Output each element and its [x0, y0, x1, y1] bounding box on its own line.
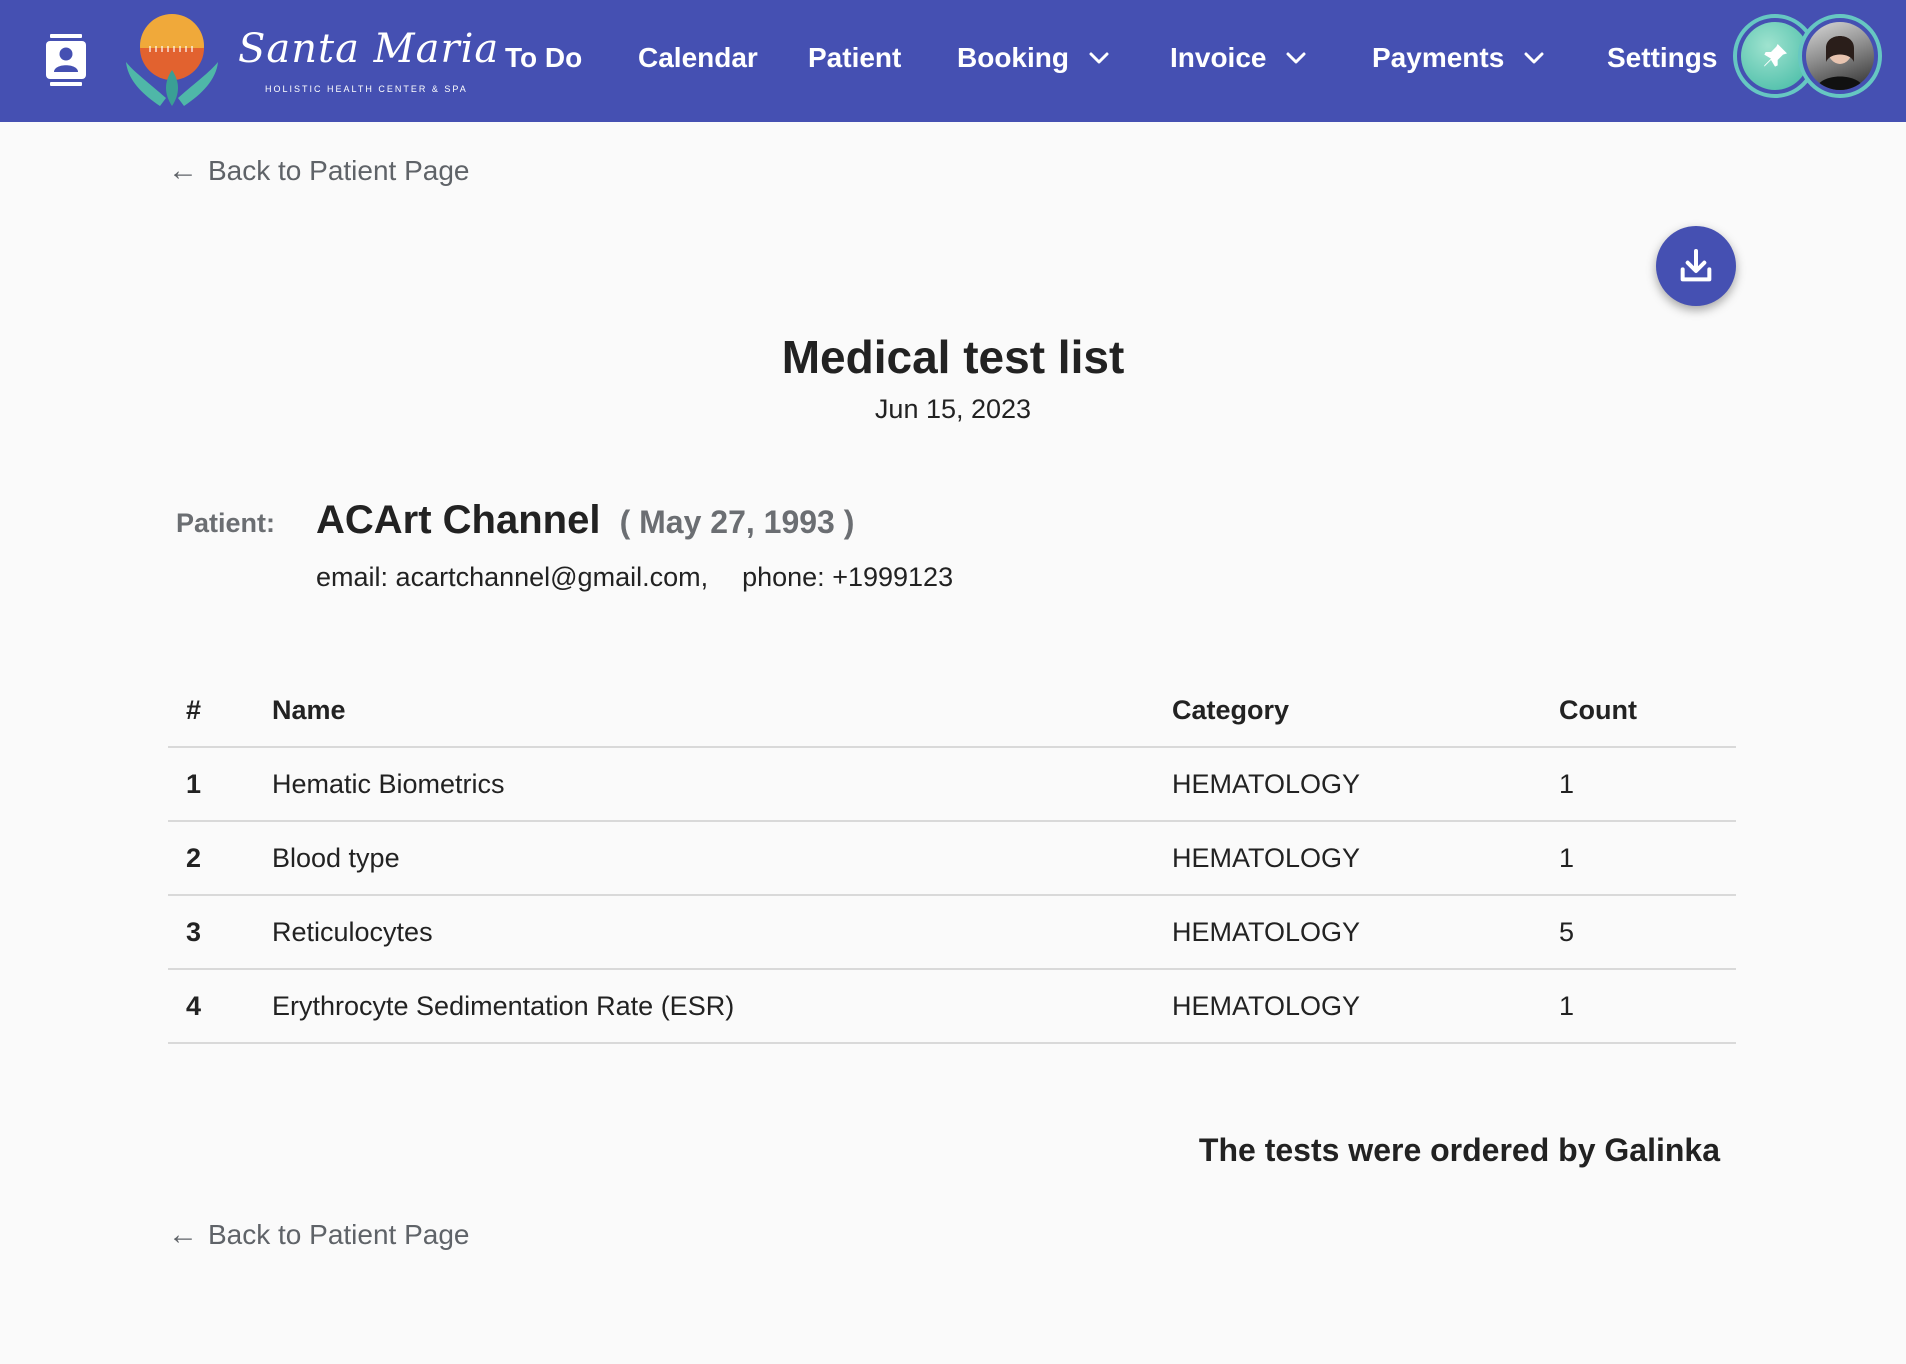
- lotus-hands-logo-icon: [126, 14, 218, 106]
- download-icon: [1680, 249, 1712, 282]
- arrow-left-icon: ←: [168, 154, 198, 187]
- nav-item-label: Payments: [1372, 42, 1505, 73]
- ordered-by-note: The tests were ordered by Galinka: [1198, 1132, 1720, 1168]
- row-number: 2: [168, 821, 254, 896]
- table-row: 3 Reticulocytes HEMATOLOGY 5: [168, 895, 1736, 970]
- document-date: Jun 15, 2023: [874, 394, 1032, 424]
- table-row: 2 Blood type HEMATOLOGY 1: [168, 821, 1736, 896]
- page-title: Medical test list: [781, 331, 1125, 383]
- patient-phone: +1999123: [832, 562, 954, 592]
- test-count: 5: [1541, 895, 1736, 970]
- email-label: email:: [316, 562, 389, 592]
- back-to-patient-link-bottom[interactable]: ← Back to Patient Page: [168, 1218, 470, 1252]
- nav-item-payments[interactable]: Payments: [1372, 36, 1546, 80]
- table-row: 4 Erythrocyte Sedimentation Rate (ESR) H…: [168, 969, 1736, 1044]
- chevron-down-icon: [1286, 52, 1306, 64]
- patient-contacts: email: acartchannel@gmail.com, phone: +19…: [316, 562, 953, 593]
- brand-logo[interactable]: Santa Maria HOLISTIC HEALTH CENTER & SPA: [120, 10, 498, 110]
- download-button[interactable]: [1656, 226, 1736, 306]
- chevron-down-icon: [1089, 52, 1109, 64]
- table-header-row: # Name Category Count: [168, 674, 1736, 748]
- test-category: HEMATOLOGY: [1154, 895, 1541, 970]
- patient-birth-date: ( May 27, 1993 ): [619, 504, 855, 540]
- chevron-down-icon: [1524, 52, 1544, 64]
- nav-item-label: Calendar: [638, 42, 758, 73]
- nav-item-booking[interactable]: Booking: [957, 36, 1111, 80]
- top-navigation-bar: Santa Maria HOLISTIC HEALTH CENTER & SPA…: [0, 0, 1906, 122]
- table-row: 1 Hematic Biometrics HEMATOLOGY 1: [168, 747, 1736, 822]
- test-count: 1: [1541, 821, 1736, 896]
- nav-item-label: To Do: [505, 42, 583, 73]
- test-name: Hematic Biometrics: [254, 747, 1154, 822]
- contacts-button[interactable]: [38, 32, 94, 88]
- nav-item-invoice[interactable]: Invoice: [1170, 36, 1308, 80]
- column-header-count: Count: [1541, 674, 1736, 748]
- test-count: 1: [1541, 969, 1736, 1044]
- pin-icon: [1764, 44, 1787, 67]
- phone-label: phone:: [742, 562, 825, 592]
- column-header-number: #: [168, 674, 254, 748]
- row-number: 4: [168, 969, 254, 1044]
- row-number: 1: [168, 747, 254, 822]
- test-name: Blood type: [254, 821, 1154, 896]
- nav-item-label: Patient: [808, 42, 902, 73]
- test-count: 1: [1541, 747, 1736, 822]
- nav-item-label: Invoice: [1170, 42, 1267, 73]
- patient-email: acartchannel@gmail.com,: [395, 562, 709, 592]
- arrow-left-icon: ←: [168, 1218, 198, 1251]
- test-category: HEMATOLOGY: [1154, 969, 1541, 1044]
- patient-name-line: ACArt Channel ( May 27, 1993 ): [316, 498, 854, 543]
- nav-item-patient[interactable]: Patient: [808, 36, 901, 80]
- test-category: HEMATOLOGY: [1154, 821, 1541, 896]
- test-name: Reticulocytes: [254, 895, 1154, 970]
- medical-tests-table: # Name Category Count 1 Hematic Biometri…: [168, 674, 1736, 1044]
- nav-item-calendar[interactable]: Calendar: [638, 36, 758, 80]
- row-number: 3: [168, 895, 254, 970]
- user-avatar-icon: [1816, 36, 1864, 90]
- nav-item-label: Booking: [957, 42, 1069, 73]
- back-to-patient-link-top[interactable]: ← Back to Patient Page: [168, 154, 470, 188]
- patient-name: ACArt Channel: [316, 498, 601, 542]
- avatar: [1806, 22, 1874, 90]
- patient-label: Patient:: [176, 508, 276, 538]
- test-name: Erythrocyte Sedimentation Rate (ESR): [254, 969, 1154, 1044]
- back-link-label: Back to Patient Page: [208, 1219, 470, 1250]
- brand-name: Santa Maria: [238, 26, 500, 72]
- column-header-name: Name: [254, 674, 1154, 748]
- contacts-icon: [46, 34, 86, 86]
- column-header-category: Category: [1154, 674, 1541, 748]
- nav-item-settings[interactable]: Settings: [1607, 36, 1717, 80]
- back-link-label: Back to Patient Page: [208, 155, 470, 186]
- test-category: HEMATOLOGY: [1154, 747, 1541, 822]
- brand-tagline: HOLISTIC HEALTH CENTER & SPA: [265, 84, 468, 94]
- nav-item-todo[interactable]: To Do: [505, 36, 582, 80]
- user-avatar-button[interactable]: [1798, 14, 1882, 98]
- nav-item-label: Settings: [1607, 42, 1718, 73]
